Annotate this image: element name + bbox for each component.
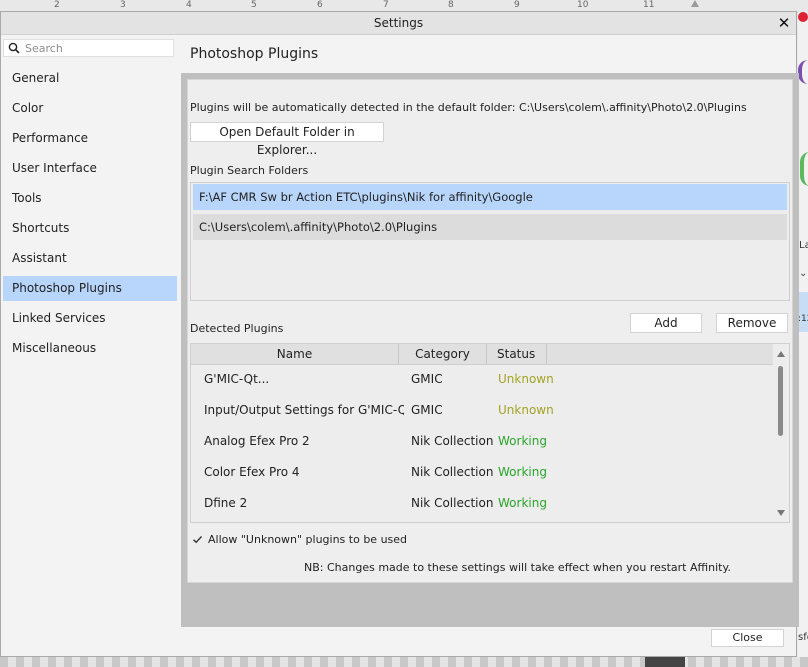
background-label: La bbox=[799, 240, 808, 251]
sidebar-item-general[interactable]: General bbox=[3, 66, 177, 91]
detected-plugins-label: Detected Plugins bbox=[190, 322, 284, 335]
table-row[interactable]: G'MIC-Qt... GMIC Unknown bbox=[191, 364, 773, 395]
scroll-down-icon[interactable] bbox=[777, 510, 785, 516]
settings-panel: Plugins will be automatically detected i… bbox=[181, 73, 799, 627]
add-button[interactable]: Add bbox=[630, 313, 702, 333]
ruler-tick: 11 bbox=[643, 0, 655, 10]
sidebar-item-linked-services[interactable]: Linked Services bbox=[3, 306, 177, 331]
table-scrollbar[interactable] bbox=[773, 344, 789, 522]
column-header-name[interactable]: Name bbox=[191, 344, 399, 364]
search-folders-list[interactable]: F:\AF CMR Sw br Action ETC\plugins\Nik f… bbox=[190, 182, 790, 301]
settings-dialog: Settings ✕ Search General Color Performa… bbox=[0, 11, 799, 657]
close-button[interactable]: Close bbox=[711, 629, 784, 647]
plugin-name: Color Efex Pro 4 bbox=[204, 465, 300, 479]
curve-shape bbox=[798, 60, 808, 84]
plugin-name: Dfine 2 bbox=[204, 496, 248, 510]
default-folder-info: Plugins will be automatically detected i… bbox=[190, 101, 747, 114]
plugin-name: Input/Output Settings for G'MIC-Qt... bbox=[204, 403, 404, 417]
ruler-tick: 5 bbox=[251, 0, 257, 10]
background-canvas: La ⌄ :12 sfo bbox=[798, 12, 808, 667]
sidebar-item-performance[interactable]: Performance bbox=[3, 126, 177, 151]
ruler-tick: 3 bbox=[120, 0, 126, 10]
background-field: :12 bbox=[798, 292, 808, 332]
dialog-title: Settings bbox=[373, 16, 424, 30]
scroll-up-icon[interactable] bbox=[777, 351, 785, 357]
scroll-thumb[interactable] bbox=[778, 366, 783, 436]
ruler-tick: 6 bbox=[317, 0, 323, 10]
ruler-marker-icon[interactable] bbox=[691, 0, 699, 7]
search-icon bbox=[8, 42, 20, 54]
dialog-footer: Close bbox=[1, 627, 796, 656]
background-strip bbox=[0, 657, 808, 667]
sidebar-item-assistant[interactable]: Assistant bbox=[3, 246, 177, 271]
search-placeholder: Search bbox=[25, 42, 63, 55]
search-folders-label: Plugin Search Folders bbox=[190, 164, 309, 177]
table-row[interactable]: Input/Output Settings for G'MIC-Qt... GM… bbox=[191, 395, 773, 426]
folder-item[interactable]: C:\Users\colem\.affinity\Photo\2.0\Plugi… bbox=[193, 214, 787, 240]
page-title: Photoshop Plugins bbox=[190, 46, 319, 62]
plugin-status: Unknown bbox=[498, 403, 554, 417]
column-header-category[interactable]: Category bbox=[399, 344, 487, 364]
plugin-name: Analog Efex Pro 2 bbox=[204, 434, 310, 448]
sidebar-item-tools[interactable]: Tools bbox=[3, 186, 177, 211]
table-header: Name Category Status bbox=[191, 344, 773, 365]
background-label: sfo bbox=[798, 632, 808, 643]
sidebar-item-photoshop-plugins[interactable]: Photoshop Plugins bbox=[3, 276, 177, 301]
sidebar: Search General Color Performance User In… bbox=[1, 35, 181, 655]
plugin-category: Nik Collection bbox=[411, 434, 494, 448]
table-row[interactable]: Dfine 2 Nik Collection Working bbox=[191, 488, 773, 519]
plugins-section: Plugins will be automatically detected i… bbox=[187, 79, 793, 583]
detected-plugins-table: Name Category Status G'MIC-Qt... GMIC Un… bbox=[190, 343, 790, 523]
folder-item[interactable]: F:\AF CMR Sw br Action ETC\plugins\Nik f… bbox=[193, 184, 787, 210]
plugin-status: Unknown bbox=[498, 372, 554, 386]
open-default-folder-button[interactable]: Open Default Folder in Explorer... bbox=[190, 122, 384, 157]
restart-note: NB: Changes made to these settings will … bbox=[304, 561, 731, 574]
curve-shape bbox=[800, 152, 808, 186]
allow-unknown-label[interactable]: Allow "Unknown" plugins to be used bbox=[208, 533, 407, 546]
plugin-category: Nik Collection bbox=[411, 465, 494, 479]
sidebar-item-color[interactable]: Color bbox=[3, 96, 177, 121]
ruler-tick: 4 bbox=[186, 0, 192, 10]
table-row[interactable]: Color Efex Pro 4 Nik Collection Working bbox=[191, 457, 773, 488]
plugin-status: Working bbox=[498, 496, 547, 510]
ruler-tick: 9 bbox=[514, 0, 520, 10]
plugin-status: Working bbox=[498, 465, 547, 479]
plugin-name: G'MIC-Qt... bbox=[204, 372, 270, 386]
plugin-status: Working bbox=[498, 434, 547, 448]
ruler-tick: 7 bbox=[383, 0, 389, 10]
ruler-tick: 8 bbox=[448, 0, 454, 10]
sidebar-item-shortcuts[interactable]: Shortcuts bbox=[3, 216, 177, 241]
plugin-category: Nik Collection bbox=[411, 496, 494, 510]
plugin-category: GMIC bbox=[411, 372, 443, 386]
background-block bbox=[645, 657, 685, 667]
close-icon[interactable]: ✕ bbox=[774, 13, 794, 33]
sidebar-item-user-interface[interactable]: User Interface bbox=[3, 156, 177, 181]
table-row[interactable]: Analog Efex Pro 2 Nik Collection Working bbox=[191, 426, 773, 457]
remove-button[interactable]: Remove bbox=[716, 313, 788, 333]
close-dot-icon bbox=[798, 12, 808, 22]
checkmark-icon bbox=[193, 536, 203, 544]
chevron-down-icon: ⌄ bbox=[799, 268, 808, 279]
allow-unknown-checkbox[interactable] bbox=[191, 533, 204, 546]
ruler-tick: 2 bbox=[54, 0, 60, 10]
search-input[interactable]: Search bbox=[3, 39, 174, 57]
sidebar-item-miscellaneous[interactable]: Miscellaneous bbox=[3, 336, 177, 361]
plugin-category: GMIC bbox=[411, 403, 443, 417]
ruler-tick: 10 bbox=[577, 0, 589, 10]
dialog-titlebar[interactable]: Settings ✕ bbox=[1, 12, 796, 35]
column-header-status[interactable]: Status bbox=[487, 344, 547, 364]
